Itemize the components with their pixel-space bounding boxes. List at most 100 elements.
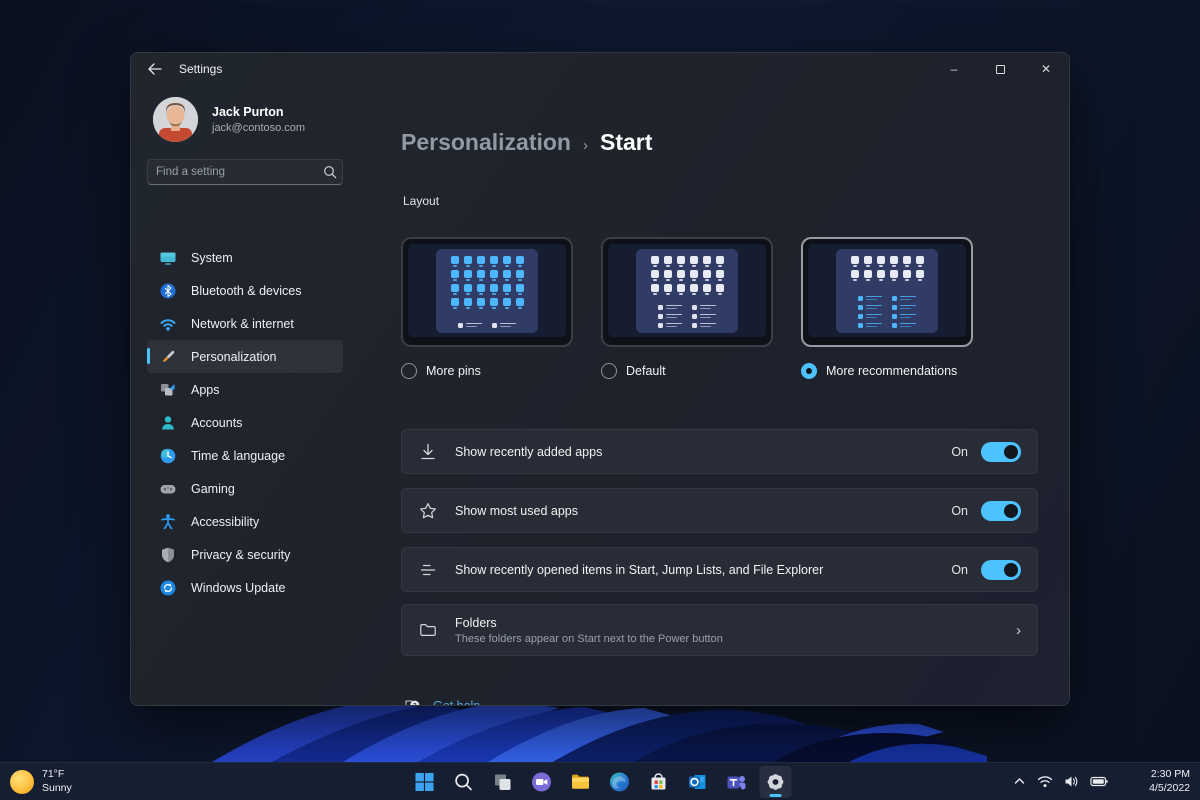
- toggle-state-label: On: [951, 444, 968, 459]
- sidebar-item-system[interactable]: System: [147, 241, 343, 274]
- sidebar-item-label: Network & internet: [191, 316, 294, 331]
- sidebar-item-network[interactable]: Network & internet: [147, 307, 343, 340]
- file-explorer-icon: [572, 774, 589, 789]
- sidebar-item-gaming[interactable]: Gaming: [147, 472, 343, 505]
- row-recently-added-apps: Show recently added apps On: [401, 429, 1038, 474]
- store-button[interactable]: [643, 766, 675, 798]
- search-box[interactable]: [147, 159, 343, 185]
- shield-icon: [159, 546, 177, 564]
- clock-icon: [159, 447, 177, 465]
- toggle-knob: [1004, 503, 1018, 518]
- sidebar-item-accounts[interactable]: Accounts: [147, 406, 343, 439]
- clock-date: 4/5/2022: [1149, 781, 1190, 794]
- start-icon: [415, 772, 434, 791]
- recent-items-icon: [418, 560, 438, 580]
- sidebar-item-label: Bluetooth & devices: [191, 283, 302, 298]
- layout-card-default[interactable]: Default: [601, 237, 773, 379]
- sun-icon: [10, 769, 34, 794]
- sidebar-item-label: Apps: [191, 382, 220, 397]
- title-bar: Settings – ✕: [131, 53, 1069, 85]
- system-tray: [1013, 775, 1108, 788]
- toggle-recently-added-apps[interactable]: [981, 441, 1021, 462]
- radio-label: More pins: [426, 364, 481, 378]
- sidebar-item-apps[interactable]: Apps: [147, 373, 343, 406]
- folder-icon: [418, 620, 438, 640]
- profile-card[interactable]: Jack Purton jack@contoso.com: [153, 97, 305, 142]
- help-links: ? Get help Give feedback: [403, 697, 513, 706]
- radio-label: More recommendations: [826, 364, 958, 378]
- file-explorer-button[interactable]: [565, 766, 597, 798]
- weather-temp: 71°F: [42, 768, 65, 781]
- main-content: Personalization › Start Layout More pins…: [399, 85, 1069, 705]
- bluetooth-icon: [159, 282, 177, 300]
- toggle-knob: [1004, 444, 1018, 459]
- sidebar-item-label: Gaming: [191, 481, 235, 496]
- get-help-link[interactable]: ? Get help: [403, 697, 513, 706]
- teams-button[interactable]: [721, 766, 753, 798]
- sidebar-item-label: Windows Update: [191, 580, 286, 595]
- edge-button[interactable]: [604, 766, 636, 798]
- radio-more-pins[interactable]: More pins: [401, 363, 481, 379]
- sidebar-item-bluetooth[interactable]: Bluetooth & devices: [147, 274, 343, 307]
- weather-widget[interactable]: 71°F Sunny: [10, 768, 72, 794]
- minimize-button[interactable]: –: [931, 53, 977, 85]
- layout-thumbnail-monitor: [801, 237, 973, 347]
- radio-more-recommendations[interactable]: More recommendations: [801, 363, 957, 379]
- volume-icon[interactable]: [1064, 775, 1079, 788]
- chevron-up-icon[interactable]: [1013, 775, 1026, 788]
- settings-gear-icon: [767, 773, 784, 790]
- apps-icon: [159, 381, 177, 399]
- sidebar-item-privacy[interactable]: Privacy & security: [147, 538, 343, 571]
- outlook-button[interactable]: [682, 766, 714, 798]
- personalization-brush-icon: [159, 348, 177, 366]
- radio-label: Default: [626, 364, 666, 378]
- outlook-icon: [689, 774, 706, 789]
- sidebar-item-accessibility[interactable]: Accessibility: [147, 505, 343, 538]
- sidebar-nav: System Bluetooth & devices Network & int…: [147, 241, 343, 604]
- edge-icon: [610, 772, 629, 791]
- chat-button[interactable]: [526, 766, 558, 798]
- sidebar-item-label: Accounts: [191, 415, 243, 430]
- layout-card-more-pins[interactable]: More pins: [401, 237, 573, 379]
- sidebar-item-label: Privacy & security: [191, 547, 291, 562]
- toggle-most-used-apps[interactable]: [981, 500, 1021, 521]
- get-help-icon: ?: [403, 697, 421, 705]
- weather-condition: Sunny: [42, 781, 72, 794]
- maximize-button[interactable]: [977, 53, 1023, 85]
- accounts-person-icon: [159, 414, 177, 432]
- profile-name: Jack Purton: [212, 105, 284, 119]
- row-label: Show most used apps: [455, 503, 578, 518]
- sidebar-item-label: Time & language: [191, 448, 286, 463]
- breadcrumb-personalization[interactable]: Personalization: [401, 129, 571, 156]
- sidebar-item-personalization[interactable]: Personalization: [147, 340, 343, 373]
- sidebar-item-label: Accessibility: [191, 514, 260, 529]
- sidebar-item-time-language[interactable]: Time & language: [147, 439, 343, 472]
- layout-card-more-recommendations[interactable]: More recommendations: [801, 237, 973, 379]
- sidebar-item-label: System: [191, 250, 233, 265]
- task-view-button[interactable]: [487, 766, 519, 798]
- layout-thumbnail-monitor: [401, 237, 573, 347]
- wifi-icon[interactable]: [1037, 775, 1053, 788]
- sidebar-item-windows-update[interactable]: Windows Update: [147, 571, 343, 604]
- chevron-right-icon: ›: [1016, 621, 1021, 639]
- toggle-recently-opened-items[interactable]: [981, 559, 1021, 580]
- breadcrumb-separator: ›: [582, 137, 588, 154]
- close-button[interactable]: ✕: [1023, 53, 1069, 85]
- maximize-icon: [995, 64, 1005, 74]
- battery-icon[interactable]: [1090, 776, 1108, 787]
- get-help-label: Get help: [433, 699, 481, 706]
- toggle-state-label: On: [951, 562, 968, 577]
- page-title: Start: [599, 129, 653, 155]
- clock[interactable]: 2:30 PM 4/5/2022: [1149, 768, 1190, 795]
- task-view-icon: [495, 774, 511, 790]
- row-folders[interactable]: Folders These folders appear on Start ne…: [401, 604, 1038, 656]
- radio-icon: [601, 363, 617, 379]
- back-button[interactable]: [137, 56, 171, 82]
- search-input[interactable]: [148, 166, 318, 178]
- settings-taskbar-button[interactable]: [759, 765, 792, 798]
- taskbar-search-button[interactable]: [448, 766, 480, 798]
- radio-default[interactable]: Default: [601, 363, 666, 379]
- search-icon[interactable]: [318, 165, 342, 179]
- chat-icon: [532, 772, 551, 791]
- start-button[interactable]: [409, 766, 441, 798]
